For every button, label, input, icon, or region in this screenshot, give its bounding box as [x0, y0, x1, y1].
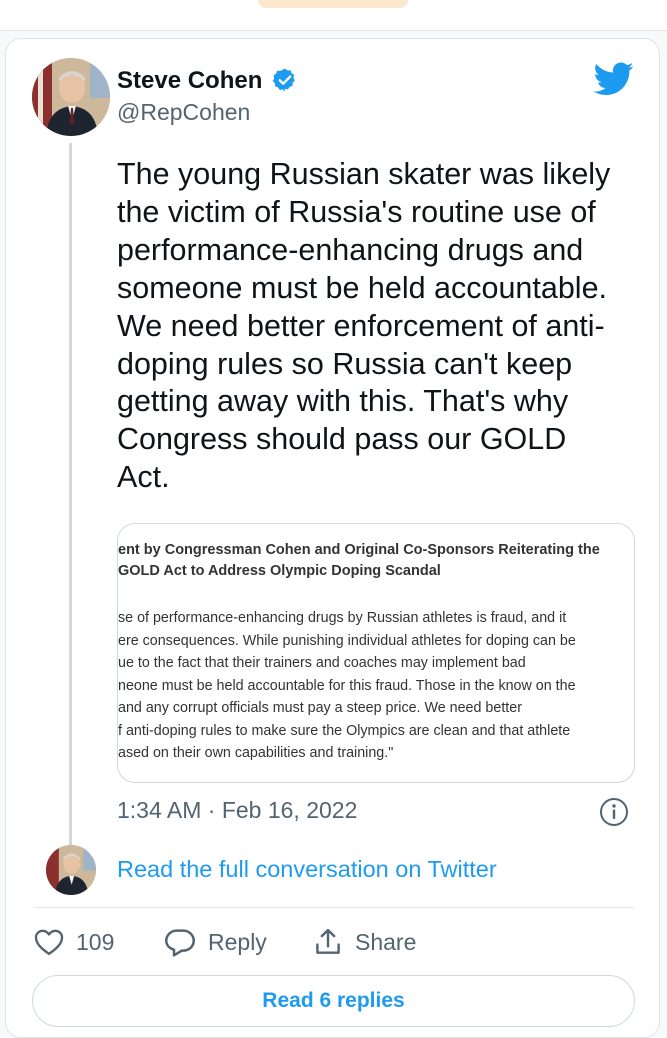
- image-body: se of performance-enhancing drugs by Rus…: [118, 607, 634, 765]
- share-icon: [316, 928, 340, 954]
- small-avatar[interactable]: [46, 845, 96, 895]
- image-body-line: f anti-doping rules to make sure the Oly…: [118, 722, 571, 739]
- image-body-line: neone must be held accountable for this …: [118, 677, 576, 694]
- heart-icon: [34, 929, 64, 956]
- reply-label: Reply: [208, 928, 267, 955]
- tweet-line: doping rules so Russia can't keep: [117, 346, 573, 381]
- read-conversation-link[interactable]: Read the full conversation on Twitter: [117, 856, 497, 883]
- tweet-text: The young Russian skater was likely the …: [117, 156, 637, 497]
- image-title: ent by Congressman Cohen and Original Co…: [118, 540, 634, 582]
- info-icon[interactable]: [599, 797, 629, 827]
- avatar-photo: [46, 845, 96, 895]
- image-body-line: se of performance-enhancing drugs by Rus…: [118, 610, 567, 626]
- image-title-line: ent by Congressman Cohen and Original Co…: [118, 542, 600, 558]
- image-body-line: and any corrupt officials must pay a ste…: [118, 700, 522, 716]
- like-count: 109: [76, 928, 115, 955]
- action-bar: 109 Reply Share: [34, 922, 634, 962]
- image-title-line: GOLD Act to Address Olympic Doping Scand…: [118, 563, 441, 579]
- image-body-line: ased on their own capabilities and train…: [118, 745, 394, 761]
- tweet-line: the victim of Russia's routine use of: [117, 194, 596, 229]
- author-avatar[interactable]: [32, 58, 110, 136]
- share-button[interactable]: Share: [313, 922, 416, 962]
- reply-icon: [165, 929, 196, 957]
- avatar-photo: [32, 58, 110, 136]
- tweet-line: performance-enhancing drugs and: [117, 232, 584, 267]
- author-handle[interactable]: @RepCohen: [117, 99, 250, 126]
- reply-button[interactable]: Reply: [164, 922, 267, 962]
- twitter-bird-icon[interactable]: [594, 62, 634, 96]
- browser-top-bar: [0, 0, 667, 31]
- like-button[interactable]: 109: [34, 922, 114, 962]
- tweet-line: someone must be held accountable.: [117, 270, 608, 305]
- tweet-line: The young Russian skater was likely: [117, 157, 611, 191]
- attached-image[interactable]: ent by Congressman Cohen and Original Co…: [117, 523, 635, 783]
- divider: [34, 907, 634, 908]
- verified-badge-icon: [272, 68, 295, 92]
- image-body-line: ue to the fact that their trainers and c…: [118, 655, 526, 671]
- thread-line: [69, 143, 72, 848]
- read-replies-button[interactable]: Read 6 replies: [32, 975, 635, 1027]
- top-tab-indicator: [258, 0, 408, 8]
- tweet-line: We need better enforcement of anti-: [117, 308, 605, 343]
- author-name[interactable]: Steve Cohen: [117, 67, 262, 95]
- tweet-line: Congress should pass our GOLD: [117, 422, 567, 457]
- tweet-timestamp[interactable]: 1:34 AM · Feb 16, 2022: [117, 797, 357, 824]
- tweet-line: Act.: [117, 460, 170, 495]
- share-label: Share: [355, 928, 417, 955]
- tweet-line: getting away with this. That's why: [117, 384, 569, 419]
- image-body-line: ere consequences. While punishing indivi…: [118, 632, 576, 649]
